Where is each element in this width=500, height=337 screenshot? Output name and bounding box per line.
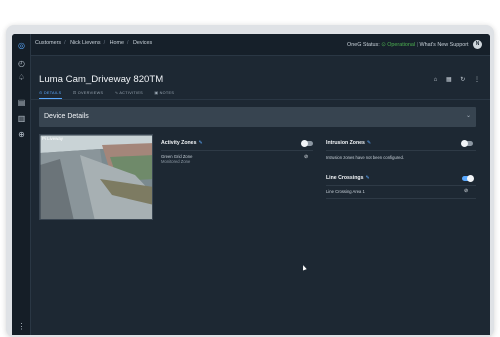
app-window: ◎ ◴ ♤ ▤ ▥ ⊕ ⋮ Customers / Nick Lievens / H… xyxy=(12,34,490,335)
home-icon[interactable]: ⌂ xyxy=(434,77,438,83)
avatar[interactable]: N xyxy=(473,40,482,49)
tab-details-label: DETAILS xyxy=(43,91,62,95)
device-details-header[interactable]: Device Details ⌄ xyxy=(39,107,476,127)
panel-divider xyxy=(326,150,476,151)
activity-zones-title: Activity Zones ✎ xyxy=(161,140,203,146)
support-link[interactable]: Support xyxy=(450,42,469,48)
breadcrumb-devices[interactable]: Devices xyxy=(133,40,152,46)
panel-divider xyxy=(326,185,476,186)
line-crossing-item: Line Crossing Area 1 xyxy=(326,189,365,194)
activity-zones-label: Activity Zones xyxy=(161,140,197,146)
hide-zone-icon[interactable]: ⊘ xyxy=(304,154,308,160)
pencil-icon[interactable]: ✎ xyxy=(198,140,202,146)
mouse-cursor xyxy=(301,264,307,271)
breadcrumb-customer-name[interactable]: Nick Lievens xyxy=(70,40,101,46)
dashboard-icon[interactable]: ◴ xyxy=(16,58,27,69)
tab-activities[interactable]: ∿ ACTIVITIES xyxy=(115,90,143,98)
pencil-icon[interactable]: ✎ xyxy=(365,175,369,181)
section-title: Device Details xyxy=(44,113,89,120)
zone-type: Monitored Zone xyxy=(161,159,191,164)
pencil-icon[interactable]: ✎ xyxy=(367,140,371,146)
status-label: OneG Status: xyxy=(347,41,380,48)
tab-notes[interactable]: ▣ NOTES xyxy=(154,90,174,98)
breadcrumb: Customers / Nick Lievens / Home / Devices xyxy=(35,40,155,46)
page-title: Luma Cam_Driveway 820TM xyxy=(39,74,164,85)
globe-icon[interactable]: ⊕ xyxy=(16,129,27,140)
title-actions: ⌂ ▦ ↻ ⋮ xyxy=(427,76,480,83)
hide-line-icon[interactable]: ⊘ xyxy=(464,188,468,194)
camera-snapshot[interactable]: Pi Liveway xyxy=(39,134,153,220)
chevron-down-icon[interactable]: ⌄ xyxy=(466,112,471,119)
side-rail: ◎ ◴ ♤ ▤ ▥ ⊕ ⋮ xyxy=(12,34,31,335)
tab-activities-label: ACTIVITIES xyxy=(119,91,144,95)
tab-overviews-label: OVERVIEWS xyxy=(77,91,104,95)
bell-icon[interactable]: ♤ xyxy=(16,72,27,83)
panel-divider xyxy=(326,198,476,199)
whats-new-link[interactable]: What's New xyxy=(420,42,449,48)
calendar-icon[interactable]: ▦ xyxy=(446,77,452,83)
intrusion-empty-message: Intrusion zones have not been configured… xyxy=(326,155,404,160)
activity-zones-toggle[interactable] xyxy=(301,140,313,147)
logo-icon[interactable]: ◎ xyxy=(16,40,27,51)
breadcrumb-home[interactable]: Home xyxy=(110,40,124,46)
breadcrumb-separator: / xyxy=(103,40,106,46)
top-bar: Customers / Nick Lievens / Home / Devices O… xyxy=(31,34,490,56)
refresh-icon[interactable]: ↻ xyxy=(460,77,465,83)
tab-divider xyxy=(31,99,490,100)
building-icon[interactable]: ▤ xyxy=(16,97,27,108)
panel-divider xyxy=(161,150,313,151)
intrusion-zones-toggle[interactable] xyxy=(461,140,473,147)
more-vert-icon[interactable]: ⋮ xyxy=(474,77,480,83)
intrusion-zones-label: Intrusion Zones xyxy=(326,140,365,146)
header-separator: | xyxy=(416,41,419,48)
tab-details[interactable]: ⊙ DETAILS xyxy=(39,90,62,99)
intrusion-zones-title: Intrusion Zones ✎ xyxy=(326,140,371,146)
line-crossings-title: Line Crossings ✎ xyxy=(326,175,370,181)
status-value-text: Operational xyxy=(387,41,416,48)
breadcrumb-customers[interactable]: Customers xyxy=(35,40,61,46)
camera-caption: Pi Liveway xyxy=(42,136,63,141)
tab-notes-label: NOTES xyxy=(159,91,175,95)
tab-overviews[interactable]: ⊡ OVERVIEWS xyxy=(73,90,103,98)
line-crossings-label: Line Crossings xyxy=(326,175,364,181)
header-right: OneG Status: ⊙ Operational | What's New … xyxy=(347,40,482,49)
breadcrumb-separator: / xyxy=(64,40,66,46)
status-value: ⊙ Operational xyxy=(381,41,416,48)
line-crossings-toggle[interactable] xyxy=(462,175,474,182)
reports-icon[interactable]: ▥ xyxy=(16,113,27,124)
camera-scene-image xyxy=(40,135,152,219)
tab-bar: ⊙ DETAILS ⊡ OVERVIEWS ∿ ACTIVITIES ▣ NOT… xyxy=(39,90,184,99)
breadcrumb-separator: / xyxy=(127,40,129,46)
more-icon[interactable]: ⋮ xyxy=(16,321,27,332)
